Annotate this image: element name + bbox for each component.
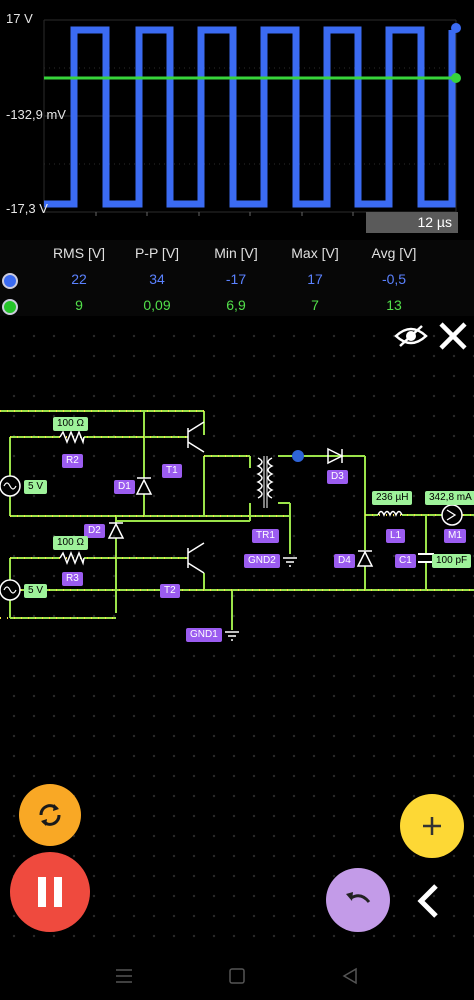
y-axis-bottom-label: -17,3 V bbox=[6, 201, 48, 216]
nav-back-icon[interactable] bbox=[336, 962, 364, 990]
d1-name-label[interactable]: D1 bbox=[114, 480, 135, 494]
eye-off-icon[interactable] bbox=[392, 322, 430, 350]
t2-name-label[interactable]: T2 bbox=[160, 584, 180, 598]
undo-icon bbox=[346, 892, 371, 903]
m1-name-label[interactable]: M1 bbox=[444, 529, 466, 543]
r3-value-label[interactable]: 100 Ω bbox=[53, 536, 88, 550]
header-min: Min [V] bbox=[214, 245, 258, 261]
y-axis-top-label: 17 V bbox=[6, 11, 33, 26]
ch1-pp: 34 bbox=[149, 271, 165, 287]
v1-value-label[interactable]: 5 V bbox=[24, 480, 48, 494]
home-icon[interactable] bbox=[223, 962, 251, 990]
gnd1-name-label[interactable]: GND1 bbox=[186, 628, 222, 642]
r2-value-label[interactable]: 100 Ω bbox=[53, 417, 88, 431]
c1-name-label[interactable]: C1 bbox=[395, 554, 416, 568]
ch2-pp: 0,09 bbox=[143, 297, 171, 313]
l1-name-label[interactable]: L1 bbox=[386, 529, 406, 543]
c1-value-label[interactable]: 100 pF bbox=[432, 554, 472, 568]
measurement-row-ch1[interactable]: 22 34 -17 17 -0,5 bbox=[0, 271, 474, 295]
ch1-marker bbox=[451, 23, 461, 33]
gnd2-name-label[interactable]: GND2 bbox=[244, 554, 280, 568]
ch2-avg: 13 bbox=[386, 297, 402, 313]
oscilloscope-panel[interactable]: 17 V -132,9 mV -17,3 V 12 µs bbox=[0, 0, 474, 238]
ch2-marker bbox=[451, 73, 461, 83]
m1-value-label[interactable]: 342,8 mA bbox=[425, 491, 474, 505]
tr1-name-label[interactable]: TR1 bbox=[252, 529, 279, 543]
chevron-left-icon bbox=[417, 884, 438, 918]
ch2-rms: 9 bbox=[75, 297, 83, 313]
recent-apps-icon[interactable] bbox=[110, 962, 138, 990]
close-icon[interactable] bbox=[435, 318, 471, 354]
pause-button[interactable] bbox=[10, 852, 90, 932]
header-max: Max [V] bbox=[291, 245, 339, 261]
undo-button[interactable] bbox=[326, 868, 390, 932]
system-navigation-bar bbox=[0, 950, 474, 1000]
plus-icon bbox=[423, 817, 441, 835]
ch1-indicator-icon[interactable] bbox=[2, 273, 18, 289]
v2-value-label[interactable]: 5 V bbox=[24, 584, 48, 598]
d4-name-label[interactable]: D4 bbox=[334, 554, 355, 568]
ch1-min: -17 bbox=[225, 271, 247, 287]
ch1-max: 17 bbox=[307, 271, 323, 287]
timebase-label[interactable]: 12 µs bbox=[366, 212, 458, 233]
ch2-indicator-icon[interactable] bbox=[2, 299, 18, 315]
measurement-table: RMS [V] P-P [V] Min [V] Max [V] Avg [V] … bbox=[0, 240, 474, 316]
add-component-button[interactable] bbox=[400, 794, 464, 858]
l1-value-label[interactable]: 236 µH bbox=[372, 491, 413, 505]
reset-button[interactable] bbox=[19, 784, 81, 846]
y-axis-mid-label: -132,9 mV bbox=[6, 107, 66, 122]
t1-name-label[interactable]: T1 bbox=[162, 464, 182, 478]
header-rms: RMS [V] bbox=[52, 245, 106, 261]
refresh-icon bbox=[39, 804, 61, 826]
header-pp: P-P [V] bbox=[134, 245, 180, 261]
measurement-header-row: RMS [V] P-P [V] Min [V] Max [V] Avg [V] bbox=[0, 245, 474, 269]
ch2-max: 7 bbox=[311, 297, 319, 313]
d3-name-label[interactable]: D3 bbox=[327, 470, 348, 484]
ch2-min: 6,9 bbox=[226, 297, 246, 313]
ch1-avg: -0,5 bbox=[381, 271, 407, 287]
r2-name-label[interactable]: R2 bbox=[62, 454, 83, 468]
r3-name-label[interactable]: R3 bbox=[62, 572, 83, 586]
oscilloscope-plot bbox=[43, 19, 461, 216]
back-button[interactable] bbox=[410, 880, 446, 922]
pause-icon bbox=[38, 877, 62, 907]
header-avg: Avg [V] bbox=[371, 245, 417, 261]
ch1-rms: 22 bbox=[71, 271, 87, 287]
